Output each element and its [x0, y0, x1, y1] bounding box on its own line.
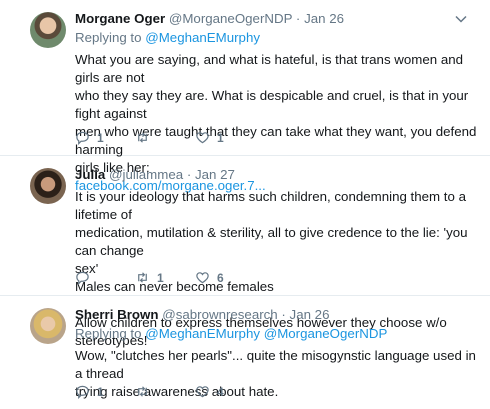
retweet-button[interactable] [135, 384, 195, 399]
separator: · [281, 307, 286, 322]
avatar[interactable] [30, 12, 66, 48]
chevron-down-icon[interactable] [454, 12, 468, 26]
like-button[interactable]: 6 [195, 270, 255, 285]
tweet-header: Sherri Brown @sabrownresearch · Jan 26 [75, 306, 478, 324]
timestamp[interactable]: Jan 26 [290, 307, 330, 322]
avatar[interactable] [30, 308, 66, 344]
like-count: 1 [217, 130, 224, 145]
tweet-actions: 1 1 [75, 130, 255, 145]
text-line: medication, mutilation & sterility, all … [75, 225, 468, 258]
text-line: What you are saying, and what is hateful… [75, 52, 464, 85]
reply-button[interactable] [75, 270, 135, 285]
replying-to-label: Replying to [75, 326, 142, 341]
replying-to: Replying to @MeghanEMurphy @MorganeOgerN… [75, 325, 478, 343]
reply-button[interactable]: 1 [75, 384, 135, 399]
tweet-actions: 1 4 [75, 384, 255, 399]
tweet-header: Morgane Oger @MorganeOgerNDP · Jan 26 [75, 10, 478, 28]
timestamp[interactable]: Jan 26 [304, 11, 344, 26]
retweet-button[interactable] [135, 130, 195, 145]
reply-icon [76, 271, 89, 285]
username[interactable]: @sabrownresearch [162, 307, 278, 322]
like-count: 6 [217, 270, 224, 285]
tweet[interactable]: Morgane Oger @MorganeOgerNDP · Jan 26 Re… [0, 0, 490, 193]
text-line: It is your ideology that harms such chil… [75, 189, 466, 222]
display-name[interactable]: Julia [75, 167, 105, 182]
tweet-actions: 1 6 [75, 270, 255, 285]
like-button[interactable]: 1 [195, 130, 255, 145]
text-line: who they say they are. What is despicabl… [75, 88, 469, 121]
reply-icon [76, 385, 89, 399]
avatar[interactable] [30, 168, 66, 204]
mention-link[interactable]: @MorganeOgerNDP [264, 326, 388, 341]
like-icon [196, 272, 209, 284]
reply-count: 1 [97, 384, 104, 399]
like-button[interactable]: 4 [195, 384, 255, 399]
like-icon [196, 132, 209, 144]
retweet-icon [138, 132, 147, 143]
like-count: 4 [217, 384, 224, 399]
replying-to: Replying to @MeghanEMurphy [75, 29, 478, 47]
separator: · [186, 167, 192, 182]
retweet-icon [138, 386, 147, 397]
username[interactable]: @juliammea [109, 167, 183, 182]
reply-icon [76, 131, 89, 145]
reply-button[interactable]: 1 [75, 130, 135, 145]
username[interactable]: @MorganeOgerNDP [169, 11, 292, 26]
like-icon [196, 386, 209, 398]
separator: · [295, 11, 301, 26]
replying-to-label: Replying to [75, 30, 142, 45]
tweet[interactable]: Sherri Brown @sabrownresearch · Jan 26 R… [0, 296, 490, 409]
mention-link[interactable]: @MeghanEMurphy [145, 30, 260, 45]
retweet-count: 1 [157, 270, 164, 285]
retweet-button[interactable]: 1 [135, 270, 195, 285]
text-line: Wow, "clutches her pearls"... quite the … [75, 348, 476, 381]
reply-count: 1 [97, 130, 104, 145]
tweet[interactable]: Julia @juliammea · Jan 27 It is your ide… [0, 156, 490, 348]
mention-link[interactable]: @MeghanEMurphy [145, 326, 260, 341]
timestamp[interactable]: Jan 27 [195, 167, 235, 182]
display-name[interactable]: Sherri Brown [75, 307, 159, 322]
tweet-header: Julia @juliammea · Jan 27 [75, 166, 478, 184]
display-name[interactable]: Morgane Oger [75, 11, 165, 26]
retweet-icon [138, 272, 147, 283]
